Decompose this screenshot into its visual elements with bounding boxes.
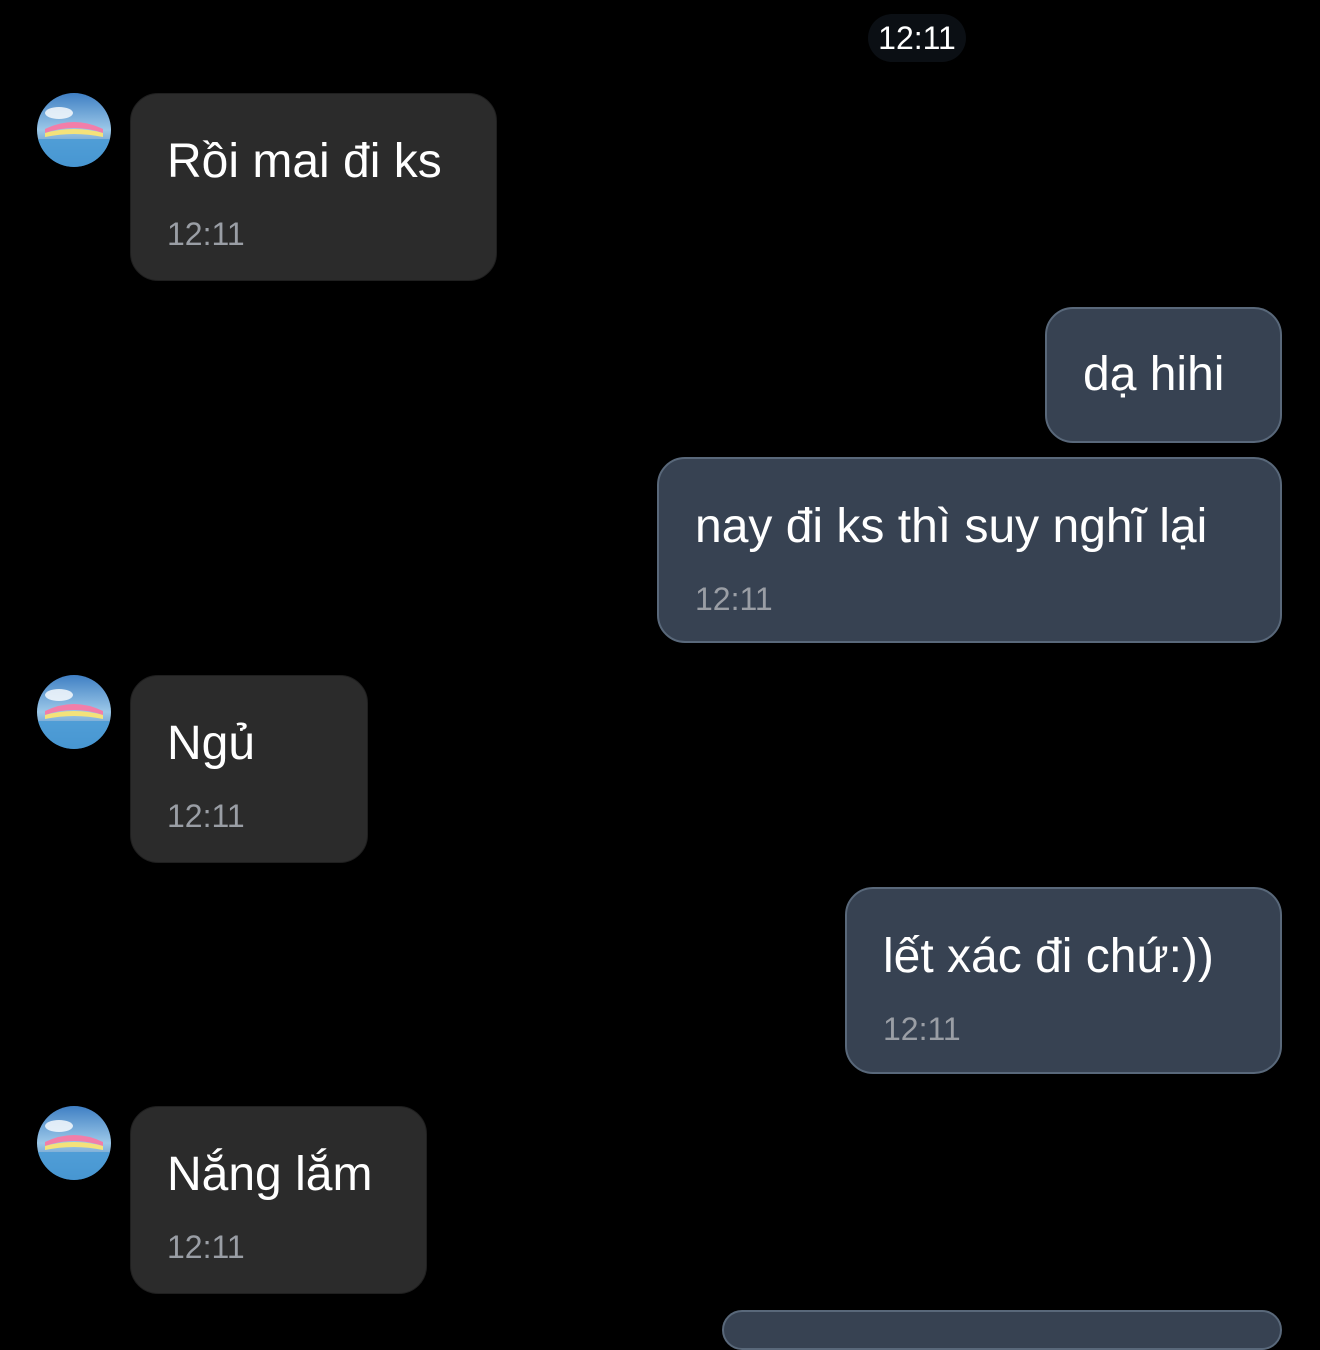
- message-text: Rồi mai đi ks: [167, 135, 442, 188]
- message-bubble-outgoing[interactable]: dạ hihi: [1045, 307, 1282, 443]
- time-separator: 12:11: [868, 14, 966, 62]
- message-text: Nắng lắm: [167, 1148, 373, 1201]
- avatar-image: [37, 1106, 111, 1180]
- contact-avatar[interactable]: [37, 1106, 111, 1180]
- avatar-image: [37, 675, 111, 749]
- message-timestamp: 12:11: [883, 1011, 961, 1047]
- avatar-image: [37, 93, 111, 167]
- message-text: dạ hihi: [1083, 348, 1225, 401]
- contact-avatar[interactable]: [37, 675, 111, 749]
- message-bubble-incoming[interactable]: Ngủ 12:11: [130, 675, 368, 863]
- message-text: lết xác đi chứ:)): [883, 930, 1214, 983]
- message-timestamp: 12:11: [167, 798, 245, 834]
- message-timestamp: 12:11: [167, 216, 245, 252]
- message-text: nay đi ks thì suy nghĩ lại: [695, 500, 1208, 553]
- contact-avatar[interactable]: [37, 93, 111, 167]
- message-text: Ngủ: [167, 717, 256, 770]
- message-bubble-incoming[interactable]: Nắng lắm 12:11: [130, 1106, 427, 1294]
- time-separator-label: 12:11: [878, 19, 956, 56]
- message-timestamp: 12:11: [695, 581, 773, 617]
- message-bubble-outgoing-partial[interactable]: [722, 1310, 1282, 1350]
- message-bubble-incoming[interactable]: Rồi mai đi ks 12:11: [130, 93, 497, 281]
- message-bubble-outgoing[interactable]: lết xác đi chứ:)) 12:11: [845, 887, 1282, 1074]
- message-timestamp: 12:11: [167, 1229, 245, 1265]
- message-bubble-outgoing[interactable]: nay đi ks thì suy nghĩ lại 12:11: [657, 457, 1282, 643]
